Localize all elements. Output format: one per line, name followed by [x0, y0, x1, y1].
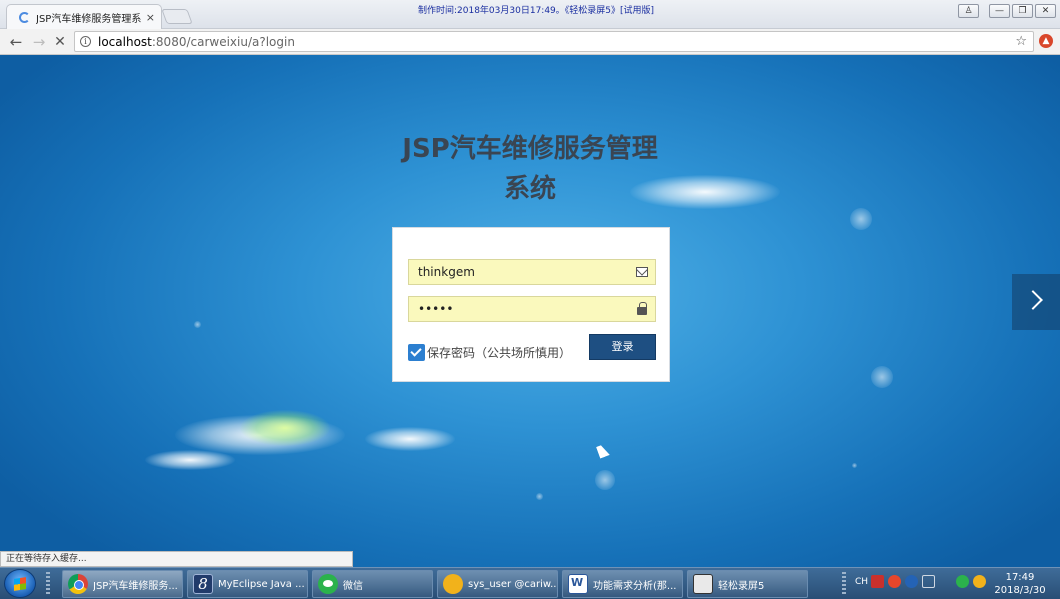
- tray-arrow-icon[interactable]: [922, 575, 935, 588]
- myeclipse-icon: 8: [193, 574, 213, 594]
- background-orb: [194, 321, 201, 328]
- stop-loading-icon[interactable]: ✕: [50, 32, 70, 52]
- taskbar-item-label: 轻松录屏5: [718, 580, 765, 592]
- taskbar-item-label: JSP汽车维修服务...: [93, 580, 178, 592]
- remember-label: 保存密码（公共场所慎用）: [427, 346, 572, 360]
- browser-toolbar: ← → ✕ i localhost:8080/carweixiu/a?login…: [0, 29, 1060, 55]
- taskbar: JSP汽车维修服务... 8 MyEclipse Java ... 微信 sys…: [0, 567, 1060, 599]
- background-orb: [871, 366, 893, 388]
- url-path: :8080/carweixiu/a?login: [151, 34, 295, 49]
- remember-checkbox[interactable]: [408, 344, 425, 361]
- clock-time: 17:49: [1005, 572, 1035, 583]
- sql-client-icon: [443, 574, 463, 594]
- mouse-cursor-icon: [596, 443, 610, 459]
- background-cloud: [145, 450, 235, 470]
- browser-tab-strip: JSP汽车维修服务管理系 × 制作时间:2018年03月30日17:49｡《轻松…: [0, 0, 1060, 30]
- page-title-line1: JSP汽车维修服务管理: [402, 134, 658, 164]
- taskbar-item-label: 微信: [343, 580, 363, 592]
- username-field[interactable]: [408, 259, 656, 285]
- sogou-icon[interactable]: [888, 575, 901, 588]
- taskbar-item-recorder[interactable]: 轻松录屏5: [687, 570, 808, 598]
- window-controls: ♙ — ❐ ✕: [958, 4, 1056, 18]
- background-orb: [850, 208, 872, 230]
- system-clock[interactable]: 17:49 2018/3/30: [990, 571, 1050, 597]
- chevron-right-icon[interactable]: [1012, 274, 1060, 330]
- back-icon[interactable]: ←: [6, 32, 26, 52]
- system-tray: CH: [855, 575, 986, 588]
- browser-tab[interactable]: JSP汽车维修服务管理系 ×: [6, 4, 162, 30]
- start-button[interactable]: [4, 569, 36, 598]
- login-button[interactable]: 登录: [589, 334, 656, 360]
- profile-icon[interactable]: ♙: [958, 4, 979, 18]
- taskbar-item-label: MyEclipse Java ...: [218, 578, 305, 590]
- forward-icon[interactable]: →: [29, 32, 49, 52]
- taskbar-item-chrome[interactable]: JSP汽车维修服务...: [62, 570, 183, 598]
- taskbar-grip: [842, 572, 846, 596]
- chrome-icon: [68, 574, 88, 594]
- taskbar-item-myeclipse[interactable]: 8 MyEclipse Java ...: [187, 570, 308, 598]
- qq-tray-icon[interactable]: [973, 575, 986, 588]
- loading-spinner-icon: [19, 12, 30, 23]
- login-form: ••••• 保存密码（公共场所慎用） 登录: [392, 227, 670, 382]
- close-window-button[interactable]: ✕: [1035, 4, 1056, 18]
- page-title: JSP汽车维修服务管理 系统: [380, 129, 680, 209]
- bookmark-star-icon[interactable]: ☆: [1015, 34, 1027, 49]
- tab-title: JSP汽车维修服务管理系: [36, 14, 142, 25]
- taskbar-grip: [46, 572, 50, 596]
- recording-watermark: 制作时间:2018年03月30日17:49｡《轻松录屏5》[试用版]: [418, 6, 655, 16]
- url-host: localhost: [98, 34, 152, 49]
- lock-icon: [637, 302, 647, 315]
- page-viewport: JSP汽车维修服务管理 系统 ••••• 保存密码（公共场所慎用） 登录: [0, 55, 1060, 567]
- minimize-button[interactable]: —: [989, 4, 1010, 18]
- taskbar-item-sql-client[interactable]: sys_user @cariw...: [437, 570, 558, 598]
- password-field[interactable]: •••••: [408, 296, 656, 322]
- input-language-indicator[interactable]: CH: [855, 577, 868, 587]
- site-info-icon[interactable]: i: [80, 36, 91, 47]
- background-orb: [536, 493, 543, 500]
- status-bubble: 正在等待存入缓存...: [0, 551, 353, 567]
- page-title-line2: 系统: [503, 174, 556, 204]
- tab-close-icon[interactable]: ×: [146, 11, 155, 24]
- screen-recorder-icon: [693, 574, 713, 594]
- taskbar-item-label: sys_user @cariw...: [468, 578, 557, 590]
- mail-icon: [636, 267, 648, 277]
- help-icon[interactable]: [905, 575, 918, 588]
- taskbar-item-word[interactable]: 功能需求分析(那...: [562, 570, 683, 598]
- wechat-tray-icon[interactable]: [956, 575, 969, 588]
- username-input[interactable]: [418, 265, 628, 279]
- extension-icon[interactable]: ▲: [1039, 34, 1053, 48]
- ime-icon[interactable]: [871, 575, 884, 588]
- background-orb: [595, 470, 615, 490]
- clock-date: 2018/3/30: [994, 585, 1046, 596]
- taskbar-item-label: 功能需求分析(那...: [593, 580, 677, 592]
- word-icon: [568, 574, 588, 594]
- background-glow: [240, 410, 330, 446]
- restore-button[interactable]: ❐: [1012, 4, 1033, 18]
- wechat-icon: [318, 574, 338, 594]
- background-orb: [852, 463, 857, 468]
- show-hidden-icons-icon[interactable]: [939, 575, 952, 588]
- password-input[interactable]: •••••: [418, 302, 453, 316]
- background-cloud: [365, 427, 455, 451]
- address-bar[interactable]: i localhost:8080/carweixiu/a?login ☆: [74, 31, 1034, 52]
- remember-password[interactable]: 保存密码（公共场所慎用）: [408, 344, 571, 361]
- taskbar-item-wechat[interactable]: 微信: [312, 570, 433, 598]
- new-tab-button[interactable]: [161, 9, 193, 24]
- url-text[interactable]: localhost:8080/carweixiu/a?login: [98, 35, 295, 49]
